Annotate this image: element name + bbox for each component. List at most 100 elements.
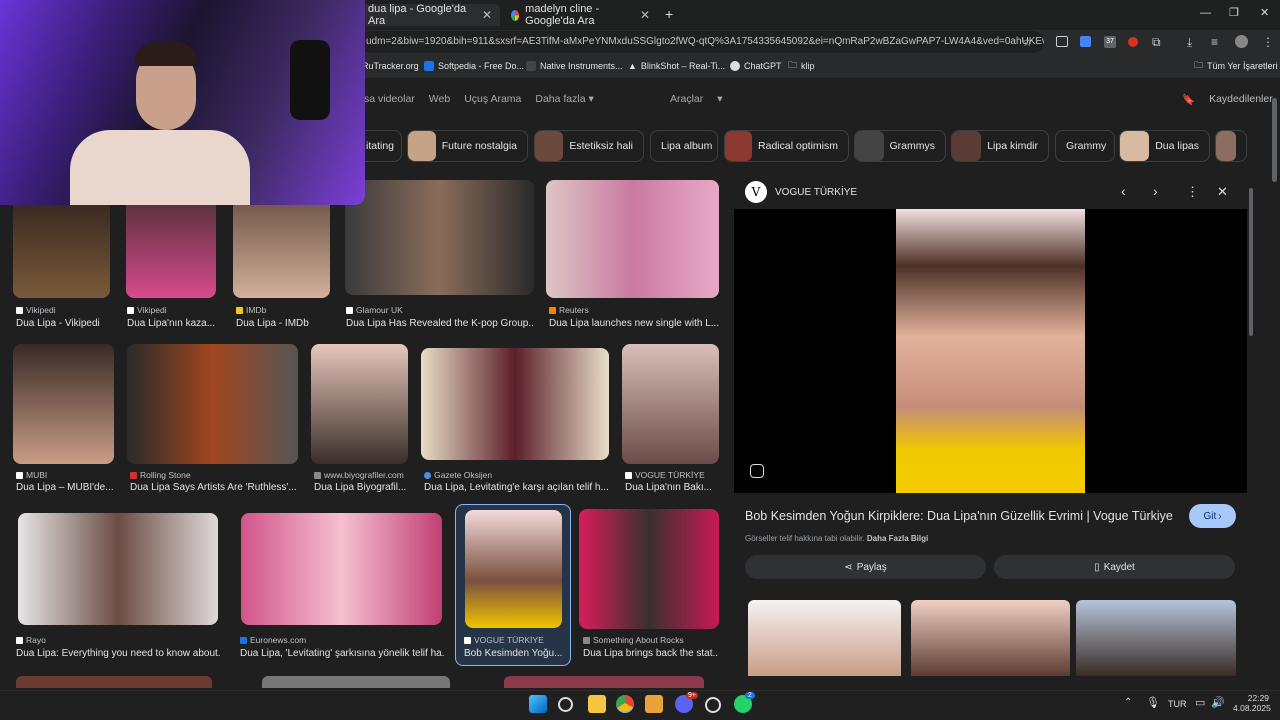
bookmark-softpedia[interactable]: Softpedia - Free Do...	[424, 58, 524, 74]
menu-icon[interactable]: ⋮	[1262, 35, 1274, 49]
more-icon[interactable]: ⋮	[1186, 184, 1199, 200]
chevron-left-icon[interactable]: ‹	[1121, 183, 1126, 199]
extension-icon[interactable]	[1056, 36, 1068, 47]
bookmark-blinkshot[interactable]: ▲ BlinkShot – Real-Ti...	[628, 58, 725, 74]
result-image[interactable]	[622, 344, 719, 464]
nav-flights[interactable]: Uçuş Arama	[464, 93, 521, 111]
result-image[interactable]	[504, 676, 704, 688]
result-image[interactable]	[345, 180, 534, 295]
related-image[interactable]	[1076, 600, 1236, 676]
result-title[interactable]: Dua Lipa Has Revealed the K-pop Group...	[346, 318, 534, 329]
page-scrollbar[interactable]	[1272, 98, 1277, 182]
go-button[interactable]: Git ›	[1189, 504, 1236, 528]
bookmark-native-instruments[interactable]: Native Instruments...	[526, 58, 623, 74]
chip-label: Grammy	[1066, 140, 1107, 152]
chip-future-nostalgia[interactable]: Future nostalgia	[407, 130, 528, 162]
calendar-icon[interactable]: 37	[1104, 36, 1116, 48]
nav-videos[interactable]: sa videolar	[364, 93, 415, 111]
clock[interactable]: 22:29 4.08.2025	[1233, 693, 1271, 713]
result-title[interactable]: Dua Lipa Says Artists Are 'Ruthless'...	[130, 482, 298, 493]
tab-title: dua lipa - Google'da Ara	[368, 3, 467, 27]
result-image[interactable]	[421, 348, 609, 460]
tab-madelyn-cline[interactable]: madelyn cline - Google'da Ara ✕	[503, 3, 658, 27]
related-image[interactable]	[911, 600, 1070, 676]
result-title[interactable]: Dua Lipa - Vikipedi	[16, 318, 120, 329]
panel-scrollbar[interactable]	[1249, 188, 1253, 336]
chip-more[interactable]	[1215, 130, 1247, 162]
result-title[interactable]: Dua Lipa'nın kaza...	[127, 318, 222, 329]
nav-web[interactable]: Web	[429, 93, 450, 111]
all-bookmarks[interactable]: 🗀 Tüm Yer İşaretleri	[1194, 58, 1278, 74]
media-icon[interactable]: ≡	[1211, 35, 1218, 49]
volume-icon[interactable]: 🔊	[1211, 696, 1225, 709]
result-title[interactable]: Dua Lipa, 'Levitating' şarkısına yönelik…	[240, 648, 444, 659]
result-title[interactable]: Dua Lipa Biyografil...	[314, 482, 410, 493]
chip-lipa-album[interactable]: Lipa album	[650, 130, 718, 162]
chrome-icon[interactable]	[616, 695, 634, 713]
language-indicator[interactable]: TUR	[1168, 699, 1187, 709]
windows-start-icon[interactable]	[529, 695, 547, 713]
network-icon[interactable]: ▭	[1195, 696, 1205, 709]
preview-image[interactable]	[896, 209, 1085, 493]
chevron-right-icon[interactable]: ›	[1153, 183, 1158, 199]
address-bar[interactable]: udm=2&biw=1920&bih=911&sxsrf=AE3TifM-aMx…	[360, 31, 1044, 53]
lens-icon[interactable]	[750, 464, 764, 478]
chip-dua-lipas[interactable]: Dua lipas	[1119, 130, 1210, 162]
chip-lipa-kimdir[interactable]: Lipa kimdir	[951, 130, 1049, 162]
result-title[interactable]: Dua Lipa brings back the stat...	[583, 648, 719, 659]
mic-icon[interactable]: 🎙	[1146, 696, 1160, 709]
app-icon[interactable]	[645, 695, 663, 713]
file-explorer-icon[interactable]	[588, 695, 606, 713]
profile-avatar[interactable]	[1235, 35, 1248, 48]
result-title[interactable]: Dua Lipa - IMDb	[236, 318, 331, 329]
chevron-up-icon[interactable]: ⌃	[1124, 697, 1132, 708]
star-icon[interactable]: ☆	[1022, 35, 1033, 49]
result-image[interactable]	[127, 344, 298, 464]
translate-icon[interactable]	[1080, 36, 1091, 47]
more-info-link[interactable]: Daha Fazla Bilgi	[867, 534, 928, 543]
result-title[interactable]: Dua Lipa: Everything you need to know ab…	[16, 648, 220, 659]
bookmark-rutracker[interactable]: RuTracker.org	[362, 58, 419, 74]
tab-dua-lipa[interactable]: dua lipa - Google'da Ara ✕	[360, 3, 500, 27]
preview-title[interactable]: Bob Kesimden Yoğun Kirpiklere: Dua Lipa'…	[745, 509, 1175, 523]
new-tab-button[interactable]: +	[665, 6, 673, 22]
close-icon[interactable]: ✕	[640, 8, 650, 22]
result-title[interactable]: Dua Lipa'nın Bakı...	[625, 482, 719, 493]
restore-icon[interactable]: ❐	[1229, 6, 1239, 19]
save-button[interactable]: ▯ Kaydet	[994, 555, 1235, 579]
bookmark-klip[interactable]: 🗀 klip	[788, 58, 815, 74]
result-image[interactable]	[579, 509, 719, 629]
result-image[interactable]	[18, 513, 218, 625]
related-image[interactable]	[748, 600, 901, 676]
result-image[interactable]	[13, 344, 114, 464]
chip-radical-optimism[interactable]: Radical optimism	[724, 130, 849, 162]
result-title[interactable]: Dua Lipa, Levitating'e karşı açılan teli…	[424, 482, 609, 493]
result-image[interactable]	[546, 180, 719, 298]
tools-button[interactable]: Araçlar ▾	[670, 93, 723, 111]
saved-button[interactable]: 🔖 Kaydedilenler	[1182, 93, 1273, 111]
result-title[interactable]: Dua Lipa launches new single with L...	[549, 318, 719, 329]
chip-estetiksiz[interactable]: Estetiksiz hali	[534, 130, 644, 162]
obs-icon[interactable]	[705, 697, 721, 713]
close-icon[interactable]: ✕	[1217, 184, 1228, 200]
chip-grammys[interactable]: Grammys	[854, 130, 946, 162]
result-title[interactable]: Bob Kesimden Yoğu...	[464, 648, 564, 659]
chip-grammy[interactable]: Grammy	[1055, 130, 1115, 162]
nav-more[interactable]: Daha fazla ▾	[535, 93, 593, 111]
result-image[interactable]	[241, 513, 442, 625]
share-button[interactable]: ⋖ Paylaş	[745, 555, 986, 579]
result-image[interactable]	[16, 676, 212, 688]
bookmark-chatgpt[interactable]: ChatGPT	[730, 58, 782, 74]
result-image[interactable]	[262, 676, 450, 688]
preview-source[interactable]: VOGUE TÜRKİYE	[775, 187, 857, 198]
search-icon[interactable]	[558, 697, 573, 712]
minimize-icon[interactable]: —	[1200, 7, 1211, 19]
result-image[interactable]	[465, 510, 562, 628]
record-icon[interactable]	[1128, 37, 1138, 47]
download-icon[interactable]: ⤓	[1187, 35, 1192, 50]
puzzle-icon[interactable]: ⧉	[1152, 35, 1161, 50]
result-image[interactable]	[311, 344, 408, 464]
close-icon[interactable]: ✕	[482, 8, 492, 22]
close-window-icon[interactable]: ✕	[1260, 6, 1269, 19]
result-title[interactable]: Dua Lipa – MUBI'de...	[16, 482, 116, 493]
